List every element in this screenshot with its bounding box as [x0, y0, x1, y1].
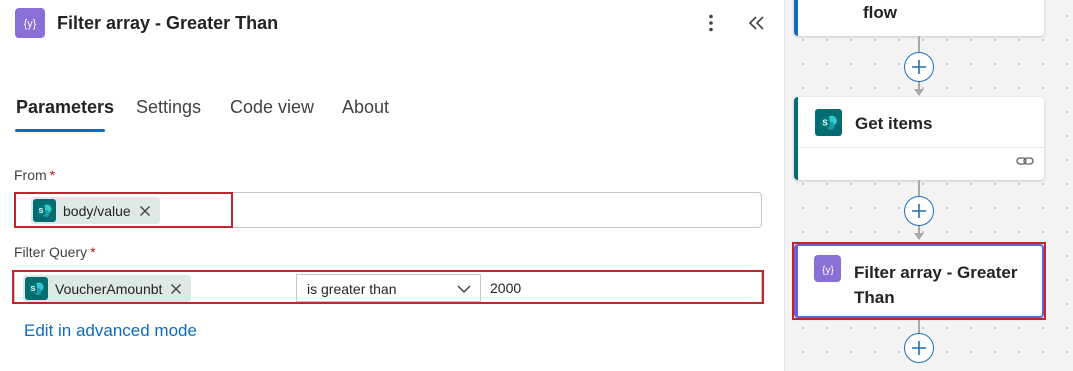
tab-about[interactable]: About	[342, 97, 389, 118]
card-divider	[798, 147, 1044, 148]
app-root: {y} Filter array - Greater Than Paramete…	[0, 0, 1073, 371]
action-details-panel: {y} Filter array - Greater Than Paramete…	[0, 0, 784, 371]
sharepoint-icon: S	[33, 199, 56, 222]
plus-icon	[912, 60, 926, 74]
trigger-card[interactable]: flow	[794, 0, 1044, 36]
filter-card-highlight-box	[792, 242, 1046, 320]
plus-icon	[912, 204, 926, 218]
filter-query-label-text: Filter Query	[14, 244, 88, 260]
filter-query-label: Filter Query *	[14, 244, 96, 260]
collapse-panel-button[interactable]	[744, 10, 770, 36]
tab-parameters[interactable]: Parameters	[16, 97, 114, 118]
trigger-card-title: flow	[863, 3, 897, 22]
connector-line	[918, 320, 920, 334]
link-icon[interactable]	[1016, 155, 1034, 167]
active-tab-indicator	[15, 129, 105, 132]
add-step-button[interactable]	[904, 333, 934, 363]
double-chevron-left-icon	[748, 16, 764, 30]
more-vertical-icon	[709, 14, 713, 32]
edit-advanced-mode-link[interactable]: Edit in advanced mode	[24, 321, 197, 341]
required-marker: *	[90, 244, 96, 260]
get-items-card[interactable]: S Get items	[794, 97, 1044, 180]
tab-code-view[interactable]: Code view	[230, 97, 314, 118]
connector-arrow	[914, 233, 924, 240]
connector-arrow	[914, 89, 924, 96]
more-options-button[interactable]	[698, 9, 724, 37]
svg-text:S: S	[39, 208, 44, 215]
from-label: From *	[14, 167, 55, 183]
filter-array-icon: {y}	[15, 8, 45, 38]
required-marker: *	[49, 167, 56, 183]
svg-text:{y}: {y}	[24, 18, 37, 30]
add-step-button[interactable]	[904, 196, 934, 226]
panel-title: Filter array - Greater Than	[57, 13, 279, 33]
from-token-label: body/value	[63, 202, 131, 219]
add-step-button[interactable]	[904, 52, 934, 82]
tab-settings[interactable]: Settings	[136, 97, 201, 118]
remove-token-icon[interactable]	[139, 205, 151, 217]
get-items-card-title: Get items	[855, 114, 933, 133]
sharepoint-icon: S	[815, 109, 842, 136]
from-label-text: From	[14, 167, 47, 183]
plus-icon	[912, 341, 926, 355]
svg-text:S: S	[822, 118, 827, 127]
filter-query-highlight-box	[12, 270, 764, 304]
flow-canvas: flow S Get items {y} Filter array - Grea…	[784, 0, 1073, 371]
from-token[interactable]: S body/value	[31, 197, 160, 224]
